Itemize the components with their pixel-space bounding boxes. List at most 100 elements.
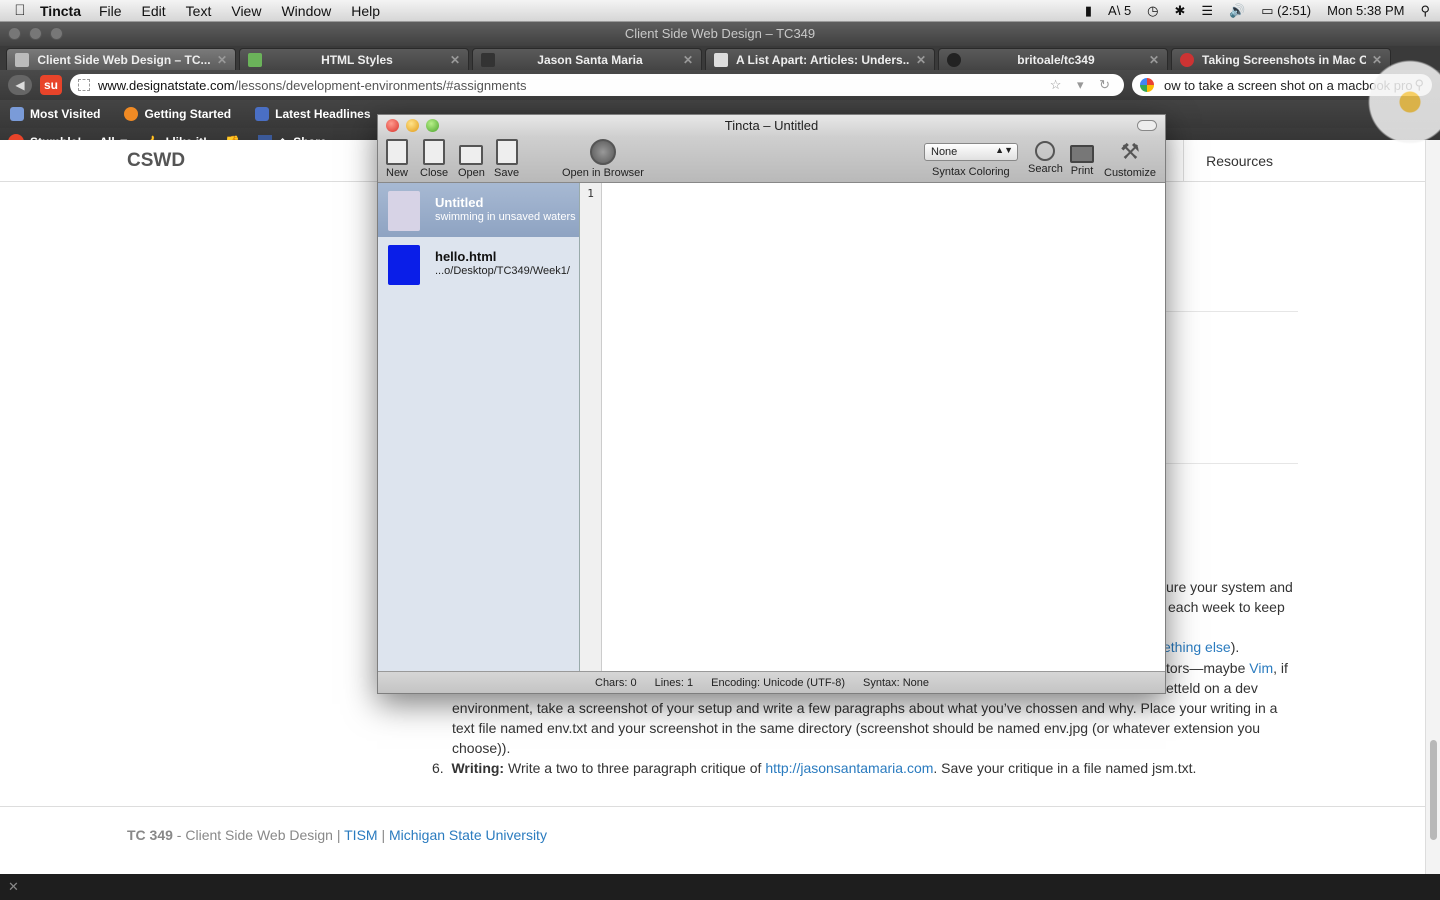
browser-window-title: Client Side Web Design – TC349	[624, 26, 816, 41]
volume-icon[interactable]: 🔊	[1229, 3, 1245, 19]
text: Write a two to three paragraph critique …	[504, 760, 766, 776]
minimize-button[interactable]	[406, 119, 419, 132]
bookmark-star-icon[interactable]: ☆ ▾ ↻	[1050, 77, 1116, 93]
save-button[interactable]: Save	[494, 139, 519, 179]
close-tab-icon[interactable]: ✕	[916, 53, 926, 67]
zoom-button[interactable]	[426, 119, 439, 132]
text: tors—maybe	[1166, 660, 1250, 676]
navigation-bar: ◀ su www.designatstate.com/lessons/devel…	[0, 70, 1440, 100]
url-path: /lessons/development-environments/#assig…	[234, 77, 527, 93]
menu-help[interactable]: Help	[351, 3, 380, 19]
tab-a-list-apart[interactable]: A List Apart: Articles: Unders... ✕	[705, 48, 935, 70]
select-arrows-icon: ▲▼	[995, 145, 1013, 155]
clock[interactable]: Mon 5:38 PM	[1327, 3, 1404, 18]
scrollbar-thumb[interactable]	[1430, 740, 1437, 840]
page-scrollbar[interactable]	[1425, 140, 1440, 874]
search-field[interactable]: ow to take a screen shot on a macbook pr…	[1132, 74, 1432, 96]
new-button[interactable]: New	[386, 139, 408, 179]
close-tab-icon[interactable]: ✕	[217, 53, 227, 67]
search-icon[interactable]: ⚲	[1414, 77, 1424, 93]
page-favicon-icon	[78, 79, 90, 91]
text: . Save your critique in a file named jsm…	[933, 760, 1197, 776]
folder-icon	[459, 145, 484, 165]
battery-icon[interactable]: ▭ (2:51)	[1261, 3, 1311, 19]
url-domain: www.designatstate.com	[98, 77, 235, 93]
spotlight-icon[interactable]: ⚲	[1420, 3, 1430, 19]
menu-view[interactable]: View	[231, 3, 261, 19]
globe-icon	[589, 139, 616, 165]
encoding-status[interactable]: Encoding: Unicode (UTF-8)	[711, 677, 845, 689]
apple-menu-icon[interactable]: 	[0, 2, 40, 19]
menu-file[interactable]: File	[99, 3, 122, 19]
bookmark-latest-headlines[interactable]: Latest Headlines	[255, 107, 371, 121]
tab-html-styles[interactable]: HTML Styles ✕	[239, 48, 469, 70]
w3-icon	[248, 52, 262, 67]
site-logo[interactable]: CSWD	[127, 150, 185, 172]
file-sidebar: Untitled swimming in unsaved waters hell…	[378, 183, 580, 671]
tincta-toolbar: New Close Open Save Open in Browser None…	[378, 137, 1165, 183]
tab-label: A List Apart: Articles: Unders...	[736, 52, 910, 67]
paragraph-fragment: ure your system and	[1166, 579, 1293, 595]
tools-icon: ⚒	[1120, 139, 1140, 164]
close-tab-icon[interactable]: ✕	[683, 53, 693, 67]
vim-link[interactable]: Vim	[1249, 660, 1273, 676]
usb-icon[interactable]: ▮	[1085, 3, 1092, 19]
search-button[interactable]: Search	[1028, 139, 1063, 175]
time-machine-icon[interactable]: ◷	[1147, 3, 1158, 19]
paragraph-fragment: each week to keep	[1168, 599, 1285, 615]
file-name: Untitled	[435, 195, 484, 210]
msu-link[interactable]: Michigan State University	[389, 827, 547, 843]
open-in-browser-button[interactable]: Open in Browser	[562, 139, 644, 179]
syntax-value: None	[931, 146, 958, 158]
tab-client-side[interactable]: Client Side Web Design – TC... ✕	[6, 48, 236, 70]
tab-github[interactable]: britoale/tc349 ✕	[938, 48, 1168, 70]
bookmark-getting-started[interactable]: Getting Started	[124, 107, 231, 121]
file-item-hello-html[interactable]: hello.html ...o/Desktop/TC349/Week1/	[378, 237, 579, 291]
item-label: Writing:	[451, 760, 505, 776]
file-item-untitled[interactable]: Untitled swimming in unsaved waters	[378, 183, 579, 237]
tab-label: Jason Santa Maria	[537, 52, 643, 67]
bookmark-most-visited[interactable]: Most Visited	[10, 107, 100, 121]
close-tab-icon[interactable]: ✕	[450, 53, 460, 67]
close-tab-icon[interactable]: ✕	[1372, 53, 1382, 67]
close-window-button[interactable]	[8, 27, 21, 40]
minimize-window-button[interactable]	[29, 27, 42, 40]
text-editor-area[interactable]	[602, 183, 1165, 671]
stumbleupon-button[interactable]: su	[40, 75, 62, 95]
tab-jason-santa-maria[interactable]: Jason Santa Maria ✕	[472, 48, 702, 70]
tab-screenshots[interactable]: Taking Screenshots in Mac O... ✕	[1171, 48, 1391, 70]
toolbar-toggle-button[interactable]	[1137, 120, 1157, 131]
back-button[interactable]: ◀	[8, 75, 32, 95]
list-number: 6.	[432, 760, 444, 776]
menu-window[interactable]: Window	[281, 3, 331, 19]
adobe-updater-icon[interactable]: A\ 5	[1108, 3, 1131, 18]
syntax-coloring-select[interactable]: None ▲▼	[924, 143, 1018, 161]
ala-icon	[714, 52, 728, 67]
tab-label: britoale/tc349	[1017, 52, 1095, 67]
nav-item-resources[interactable]: Resources	[1183, 140, 1295, 182]
line-number-gutter: 1	[580, 183, 602, 671]
bluetooth-icon[interactable]: ✱	[1175, 3, 1186, 19]
zoom-window-button[interactable]	[50, 27, 63, 40]
close-file-button[interactable]: Close	[420, 139, 448, 179]
app-menu[interactable]: Tincta	[40, 3, 81, 19]
open-button[interactable]: Open	[458, 139, 485, 179]
customize-button[interactable]: ⚒ Customize	[1104, 139, 1156, 179]
bookmark-label: Latest Headlines	[275, 107, 371, 121]
close-button[interactable]	[386, 119, 399, 132]
assignment-5-line: text file named env.txt and your screens…	[452, 720, 1261, 736]
address-bar[interactable]: www.designatstate.com/lessons/developmen…	[70, 74, 1124, 96]
menu-edit[interactable]: Edit	[142, 3, 166, 19]
save-icon	[495, 139, 518, 165]
tism-link[interactable]: TISM	[344, 827, 377, 843]
close-icon[interactable]: ✕	[8, 879, 19, 894]
close-tab-icon[interactable]: ✕	[1149, 53, 1159, 67]
text: , if	[1273, 660, 1288, 676]
menu-text[interactable]: Text	[186, 3, 212, 19]
tincta-titlebar: Tincta – Untitled	[378, 115, 1165, 137]
close-document-icon	[423, 139, 446, 165]
print-button[interactable]: Print	[1070, 139, 1094, 177]
something-else-link[interactable]: ething else	[1163, 639, 1231, 655]
wifi-icon[interactable]: ☰	[1201, 3, 1213, 19]
jasonsantamaria-link[interactable]: http://jasonsantamaria.com	[765, 760, 933, 776]
